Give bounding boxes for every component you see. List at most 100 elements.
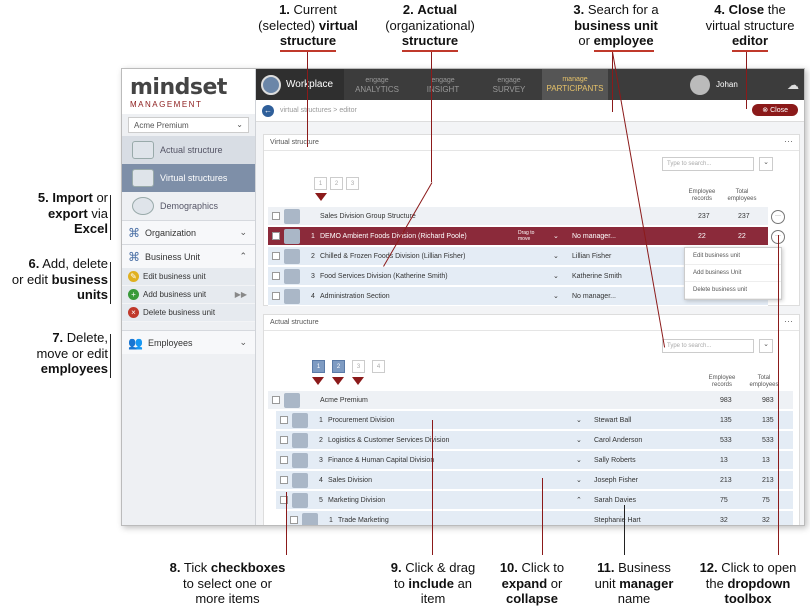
callout-line-10 [542, 478, 543, 555]
breadcrumb: virtual structures > editor [280, 107, 357, 114]
row-num: 4 [311, 292, 315, 300]
table-row[interactable]: 5 Marketing Division ⌃ Sarah Davies 75 7… [276, 491, 793, 510]
chevron-down-icon[interactable]: ⌄ [553, 292, 559, 300]
row-checkbox[interactable] [272, 212, 280, 220]
section-business-unit[interactable]: ⌘ Business Unit ⌃ [122, 244, 255, 268]
level-marker [352, 377, 364, 385]
sidebar-item-label: Demographics [160, 201, 219, 211]
play-icon: ▶▶ [234, 290, 247, 299]
tab-engage-insight[interactable]: engage INSIGHT [410, 76, 476, 94]
tab-manage-participants[interactable]: manage PARTICIPANTS [542, 69, 608, 100]
row-name: Sales Division [328, 476, 372, 484]
table-row[interactable]: 1 Trade Marketing Stephanie Hart 32 32 [286, 511, 793, 525]
search-dropdown-button[interactable]: ⌄ [759, 339, 773, 353]
row-checkbox[interactable] [280, 456, 288, 464]
level-button[interactable]: 2 [332, 360, 345, 373]
row-toolbox-button[interactable]: ··· [771, 210, 785, 224]
tab-engage-analytics[interactable]: engage ANALYTICS [344, 76, 410, 94]
add-business-unit-button[interactable]: + Add business unit ▶▶ [122, 286, 255, 304]
menu-delete-business-unit[interactable]: Delete business unit [685, 282, 781, 299]
chevron-down-icon[interactable]: ⌄ [576, 436, 582, 444]
close-button[interactable]: ⊗ Close [752, 104, 798, 116]
row-checkbox[interactable] [280, 476, 288, 484]
user-menu[interactable]: Johan [690, 74, 780, 95]
company-select[interactable]: Acme Premium ⌄ [128, 117, 249, 133]
back-arrow-icon[interactable]: ← [262, 104, 274, 117]
row-total: 32 [762, 516, 770, 524]
level-button[interactable]: 3 [352, 360, 365, 373]
row-manager: Stephanie Hart [594, 516, 641, 524]
row-num: 1 [319, 416, 323, 424]
row-checkbox[interactable] [272, 396, 280, 404]
row-manager: Katherine Smith [572, 272, 622, 280]
search-input[interactable]: Type to search... [662, 339, 754, 353]
level-marker [332, 377, 344, 385]
row-name: Marketing Division [328, 496, 386, 504]
table-row[interactable]: 4 Sales Division ⌄ Joseph Fisher 213 213 [276, 471, 793, 490]
menu-edit-business-unit[interactable]: Edit business unit [685, 248, 781, 265]
virtual-structure-panel: Virtual structure ··· Type to search... … [263, 134, 800, 306]
row-num: 3 [311, 272, 315, 280]
edit-business-unit-button[interactable]: ✎ Edit business unit [122, 268, 255, 286]
level-button[interactable]: 3 [346, 177, 359, 190]
cloud-sync-icon[interactable]: ☁ [780, 69, 804, 100]
row-name: Food Services Division (Katherine Smith) [320, 272, 448, 280]
section-label: Organization [145, 227, 197, 238]
chevron-down-icon[interactable]: ⌄ [553, 272, 559, 280]
annotation-11: 11. Business unit manager name [594, 560, 674, 606]
chevron-down-icon[interactable]: ⌄ [576, 456, 582, 464]
table-row[interactable]: 3 Finance & Human Capital Division ⌄ Sal… [276, 451, 793, 470]
section-employees[interactable]: 👥 Employees ⌄ [122, 330, 255, 354]
menu-add-business-unit[interactable]: Add business Unit [685, 265, 781, 282]
table-row[interactable]: 2 Logistics & Customer Services Division… [276, 431, 793, 450]
level-button[interactable]: 1 [314, 177, 327, 190]
row-num: 1 [311, 232, 315, 240]
chevron-down-icon[interactable]: ⌄ [576, 416, 582, 424]
chevron-down-icon[interactable]: ⌄ [553, 252, 559, 260]
table-row[interactable]: Sales Division Group Structure 237 237 [268, 207, 768, 226]
chevron-down-icon[interactable]: ⌄ [553, 232, 559, 240]
section-organization[interactable]: ⌘ Organization ⌄ [122, 220, 255, 244]
callout-line-12 [778, 235, 779, 555]
workplace-tab[interactable]: Workplace [256, 69, 344, 100]
more-icon[interactable]: ··· [784, 316, 793, 326]
sidebar-item-actual-structure[interactable]: Actual structure [122, 136, 255, 164]
tab-label: SURVEY [492, 84, 526, 94]
level-button[interactable]: 4 [372, 360, 385, 373]
level-button[interactable]: 2 [330, 177, 343, 190]
row-num: 2 [319, 436, 323, 444]
table-row[interactable]: 1 Procurement Division ⌄ Stewart Ball 13… [276, 411, 793, 430]
tab-engage-survey[interactable]: engage SURVEY [476, 76, 542, 94]
top-nav: Workplace engage ANALYTICS engage INSIGHT … [256, 69, 804, 100]
callout-line-11 [624, 505, 625, 555]
sidebar-item-virtual-structures[interactable]: Virtual structures [122, 164, 255, 192]
table-row[interactable]: Acme Premium 983 983 [268, 391, 793, 410]
unit-icon [292, 452, 308, 468]
workplace-label: Workplace [286, 79, 334, 90]
row-checkbox[interactable] [280, 416, 288, 424]
row-checkbox[interactable] [290, 516, 298, 524]
search-input[interactable]: Type to search... [662, 157, 754, 171]
row-manager: Lillian Fisher [572, 252, 612, 260]
row-checkbox[interactable] [272, 272, 280, 280]
tab-sub: engage [431, 76, 455, 84]
row-checkbox[interactable] [272, 232, 280, 240]
search-dropdown-button[interactable]: ⌄ [759, 157, 773, 171]
unit-icon [284, 288, 300, 304]
chevron-down-icon[interactable]: ⌄ [576, 476, 582, 484]
sidebar-item-demographics[interactable]: Demographics [122, 192, 255, 220]
row-num: 5 [319, 496, 323, 504]
unit-icon [284, 228, 300, 244]
more-icon[interactable]: ··· [784, 136, 793, 146]
edit-icon: ✎ [128, 271, 139, 282]
row-checkbox[interactable] [280, 436, 288, 444]
table-row-selected[interactable]: 1 DEMO Ambient Foods Division (Richard P… [268, 227, 768, 246]
row-checkbox[interactable] [272, 292, 280, 300]
row-checkbox[interactable] [272, 252, 280, 260]
dropdown-toolbox: Edit business unit Add business Unit Del… [684, 247, 782, 300]
chevron-up-icon[interactable]: ⌃ [576, 496, 582, 504]
annotation-4: 4. Close the virtual structure editor [690, 2, 810, 52]
level-button[interactable]: 1 [312, 360, 325, 373]
row-num: 3 [319, 456, 323, 464]
delete-business-unit-button[interactable]: × Delete business unit [122, 304, 255, 322]
